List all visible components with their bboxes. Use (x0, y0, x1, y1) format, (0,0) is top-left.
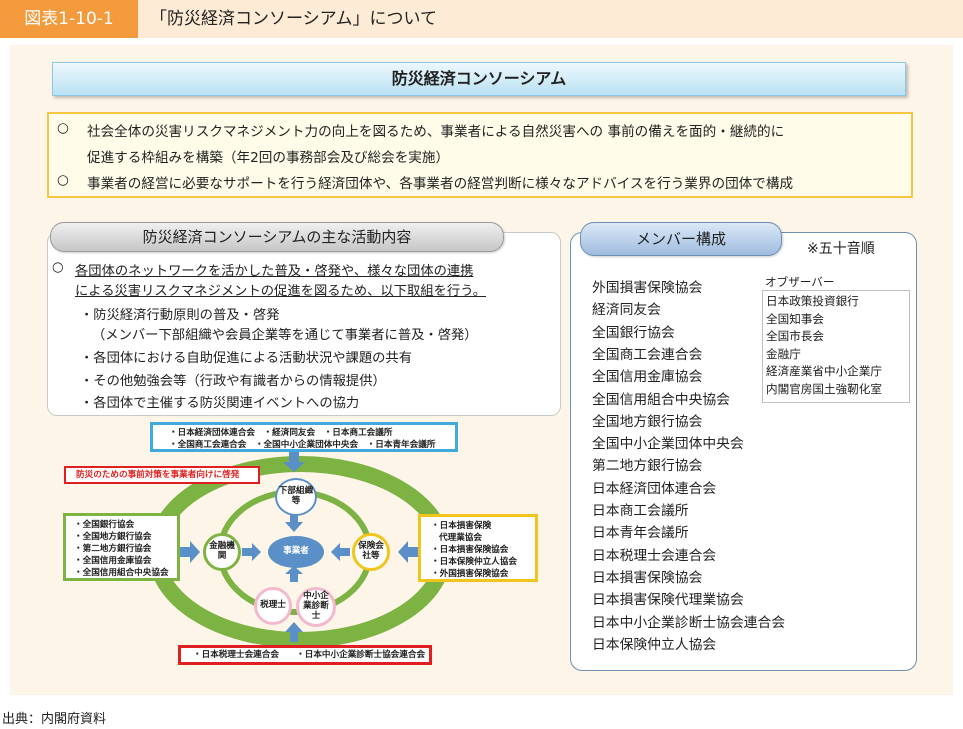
member-item: 日本保険仲立人協会 (592, 636, 717, 653)
observer-item: 日本政策投資銀行 (766, 294, 859, 308)
member-item: 日本損害保険協会 (592, 569, 703, 586)
professional-orgs-box: ・日本税理士会連合会 ・日本中小企業診断士協会連合会 (178, 645, 432, 665)
observer-item: 金融庁 (766, 346, 801, 361)
financial-orgs-box: ・全国銀行協会 ・全国地方銀行協会 ・第二地方銀行協会 ・全国信用金庫協会 ・全… (63, 513, 180, 581)
observer-list: 日本政策投資銀行 全国知事会全国市長会金融庁経済産業省中小企業庁 内閣官房国土強靭化… (762, 290, 910, 403)
insurance-org: ・日本保険仲立人協会 (431, 557, 517, 567)
financial-org: ・全国信用組合中央協会 (74, 568, 169, 578)
top-box-line: ・全国商工会連合会 ・全国中小企業団体中央会 ・日本青年会議所 (169, 440, 436, 450)
observer-item: 全国知事会 (766, 311, 824, 326)
observer-label: オブザーバー (765, 275, 835, 289)
member-item: 日本経済団体連合会 (592, 480, 717, 497)
financial-org: ・第二地方銀行協会 (74, 544, 152, 554)
arrow-professionals (285, 566, 303, 582)
consultant-node: 中小企業診断士 (296, 587, 336, 627)
arrow-right (398, 541, 418, 563)
financial-org: ・全国信用金庫協会 (74, 556, 152, 566)
financial-org: ・全国地方銀行協会 (74, 532, 152, 542)
top-organizations-box: ・日本経済団体連合会 ・経済同友会 ・日本商工会議所 ・全国商工会連合会 ・全国… (150, 422, 458, 452)
member-item: 全国信用金庫協会 (592, 369, 703, 386)
arrow-insurance (331, 543, 350, 561)
member-item: 日本損害保険代理業協会 (592, 592, 744, 609)
observer-item: 全国市長会 (766, 329, 824, 343)
member-item: 日本中小企業診断士協会連合会 (592, 614, 786, 631)
financial-org: ・全国銀行協会 (74, 520, 135, 530)
insurance-org: ・日本損害保険 (431, 521, 492, 531)
observer-item: 内閣官房国土強靭化室 (766, 381, 882, 396)
arrow-left (180, 541, 200, 563)
red-note: 防災のための事前対策を事業者向けに啓発 (64, 466, 260, 484)
member-item: 全国信用組合中央協会 (592, 391, 730, 408)
member-item: 日本青年会議所 (592, 525, 689, 542)
member-item: 日本税理士会連合会 (592, 547, 717, 564)
arrow-lower-org (285, 514, 303, 532)
insurance-org: 代理業協会 (439, 533, 482, 543)
financial-node: 金融機関 (203, 533, 241, 571)
business-node: 事業者 (268, 536, 324, 568)
tax-accountant-node: 税理士 (254, 587, 292, 625)
member-item: 全国銀行協会 (592, 324, 675, 341)
source-note: 出典：内閣府資料 (2, 712, 107, 727)
arrow-financial (242, 543, 261, 561)
member-item: 全国商工会連合会 (592, 346, 703, 363)
member-item: 経済同友会 (592, 302, 661, 319)
observer-item: 経済産業省中小企業庁 (766, 364, 882, 378)
insurance-node: 保険会社等 (352, 533, 390, 571)
lower-org-node: 下部組織等 (275, 478, 317, 516)
members-order-note: ※五十音順 (807, 241, 875, 257)
insurance-org: ・日本損害保険協会 (431, 545, 509, 555)
member-item: 全国中小企業団体中央会 (592, 436, 744, 453)
insurance-orgs-box: ・日本損害保険 代理業協会 ・日本損害保険協会 ・日本保険仲立人協会 ・外国損害… (418, 514, 538, 582)
top-box-line: ・日本経済団体連合会 ・経済同友会 ・日本商工会議所 (169, 428, 393, 438)
member-item: 外国損害保険協会 (592, 280, 703, 296)
member-item: 日本商工会議所 (592, 503, 689, 519)
members-heading: メンバー構成 (580, 222, 782, 256)
member-item: 全国地方銀行協会 (592, 413, 703, 430)
insurance-org: ・外国損害保険協会 (431, 569, 509, 579)
member-item: 第二地方銀行協会 (592, 458, 703, 475)
